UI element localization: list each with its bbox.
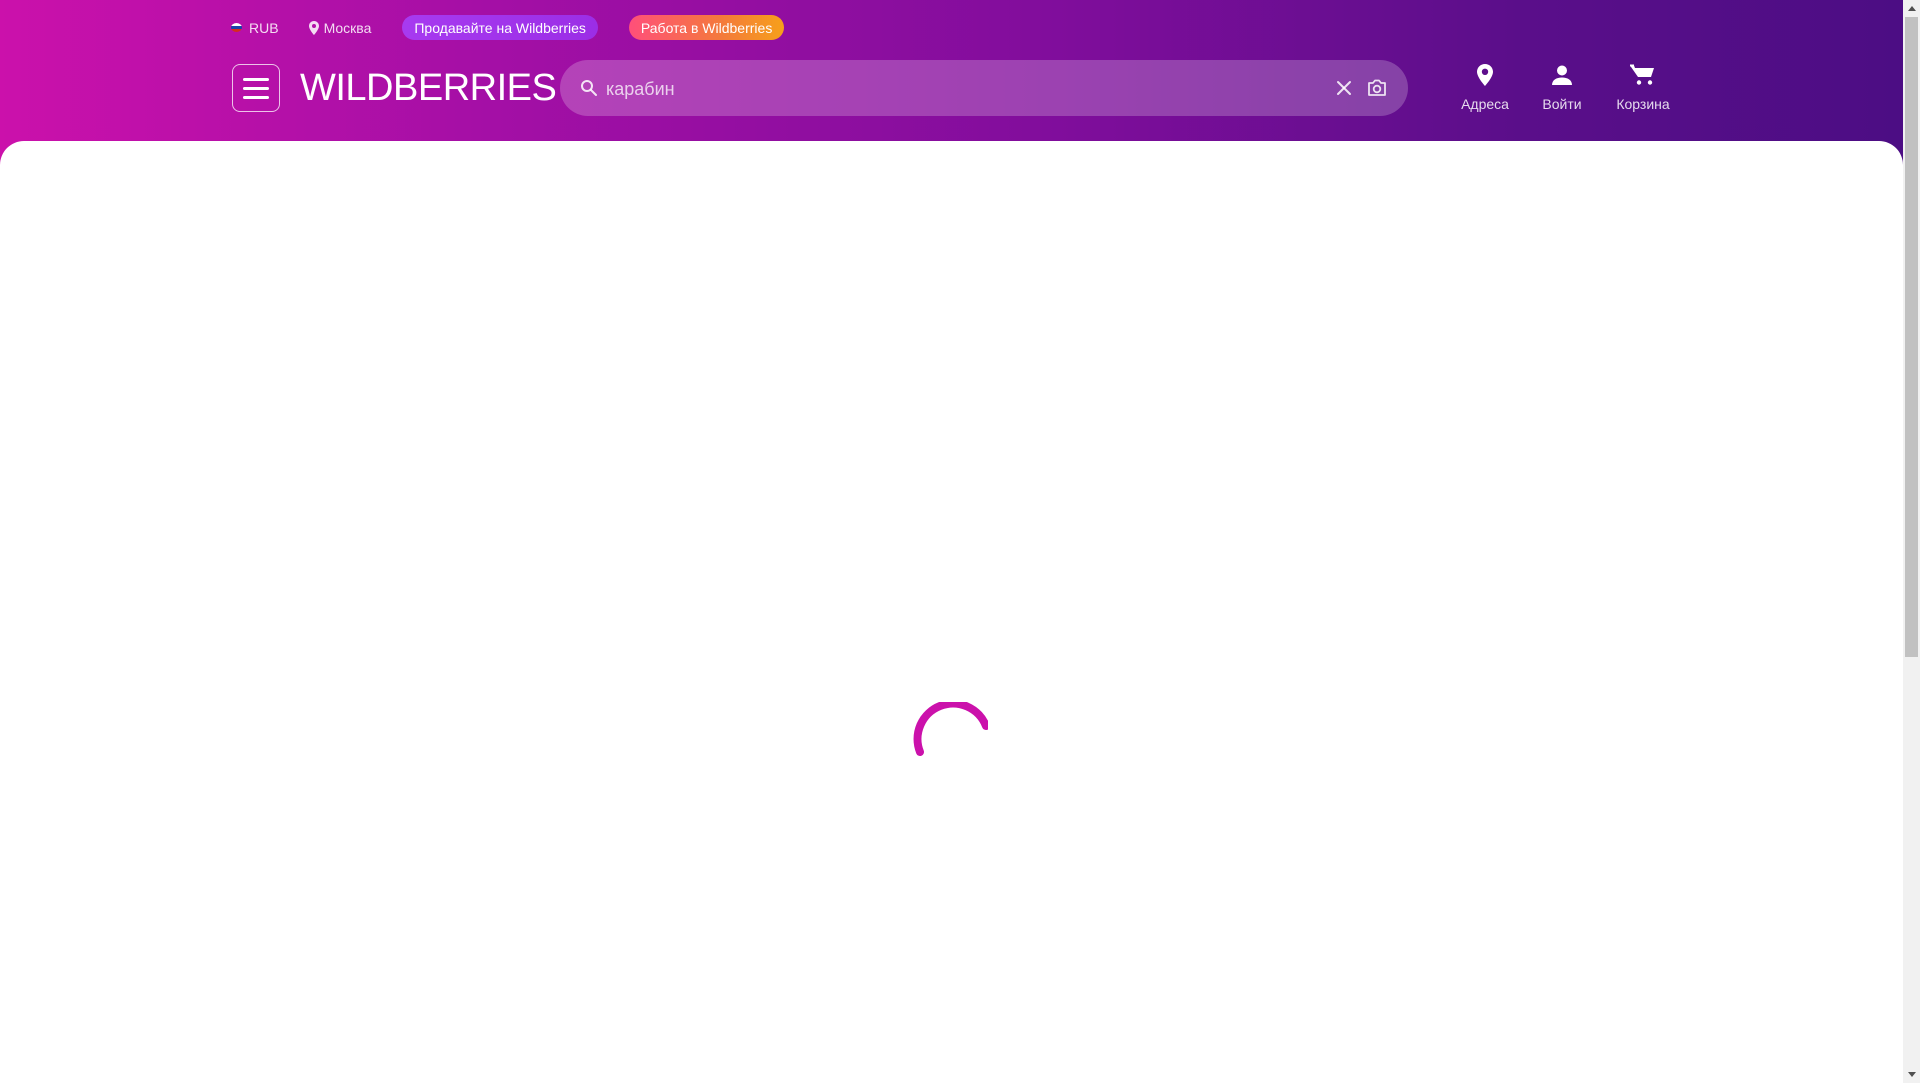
camera-icon[interactable]	[1367, 79, 1387, 97]
search-input[interactable]	[604, 60, 1288, 118]
scroll-up-button[interactable]	[1903, 0, 1920, 17]
top-bar: RUB Москва Продавайте на Wildberries Раб…	[231, 15, 785, 40]
cart-button[interactable]: Корзина	[1614, 62, 1672, 112]
scroll-down-button[interactable]	[1903, 1066, 1920, 1083]
russia-flag-icon	[231, 23, 242, 32]
city-selector[interactable]: Москва	[308, 19, 372, 36]
work-at-wildberries-link[interactable]: Работа в Wildberries	[628, 15, 785, 40]
addresses-label: Адреса	[1461, 96, 1509, 112]
login-label: Войти	[1542, 96, 1582, 112]
login-button[interactable]: Войти	[1538, 62, 1586, 112]
map-pin-icon	[1477, 64, 1493, 86]
addresses-button[interactable]: Адреса	[1460, 62, 1510, 112]
hamburger-menu-icon-line	[243, 77, 269, 81]
search-icon[interactable]	[580, 79, 598, 97]
vertical-scrollbar[interactable]	[1903, 0, 1920, 1083]
loading-spinner-icon	[913, 702, 988, 756]
hamburger-menu-icon-line	[243, 95, 269, 99]
site-logo[interactable]: WILDBERRIES	[300, 66, 557, 110]
page-viewport: RUB Москва Продавайте на Wildberries Раб…	[0, 0, 1903, 1083]
scroll-up-arrow-icon	[1907, 6, 1916, 11]
site-header: RUB Москва Продавайте на Wildberries Раб…	[0, 0, 1903, 160]
hamburger-menu-icon-line	[243, 86, 269, 90]
scrollbar-thumb[interactable]	[1905, 17, 1918, 657]
hamburger-menu-button[interactable]	[232, 64, 280, 112]
sell-on-wildberries-link[interactable]: Продавайте на Wildberries	[402, 15, 598, 40]
search-bar	[560, 60, 1408, 118]
main-content	[0, 141, 1903, 1083]
currency-selector[interactable]: RUB	[231, 20, 279, 36]
city-label: Москва	[323, 19, 372, 36]
cart-label: Корзина	[1616, 96, 1670, 112]
map-pin-icon	[308, 20, 319, 35]
currency-label: RUB	[249, 19, 279, 36]
cart-icon	[1630, 64, 1654, 85]
scroll-down-arrow-icon	[1907, 1072, 1916, 1077]
close-icon[interactable]	[1336, 80, 1352, 96]
user-icon	[1552, 65, 1572, 85]
